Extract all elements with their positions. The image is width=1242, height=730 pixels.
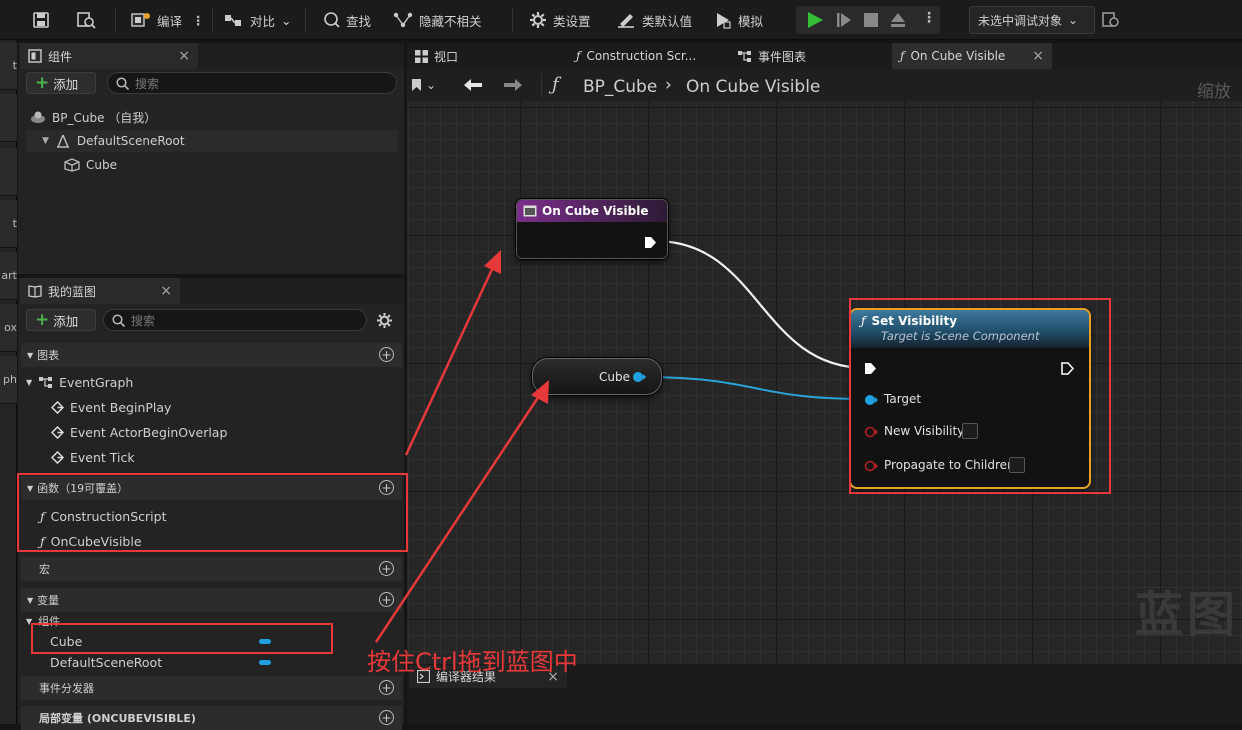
annotation-arrows [374,250,549,643]
annotation-instruction: 按住Ctrl拖到蓝图中 [367,648,578,676]
